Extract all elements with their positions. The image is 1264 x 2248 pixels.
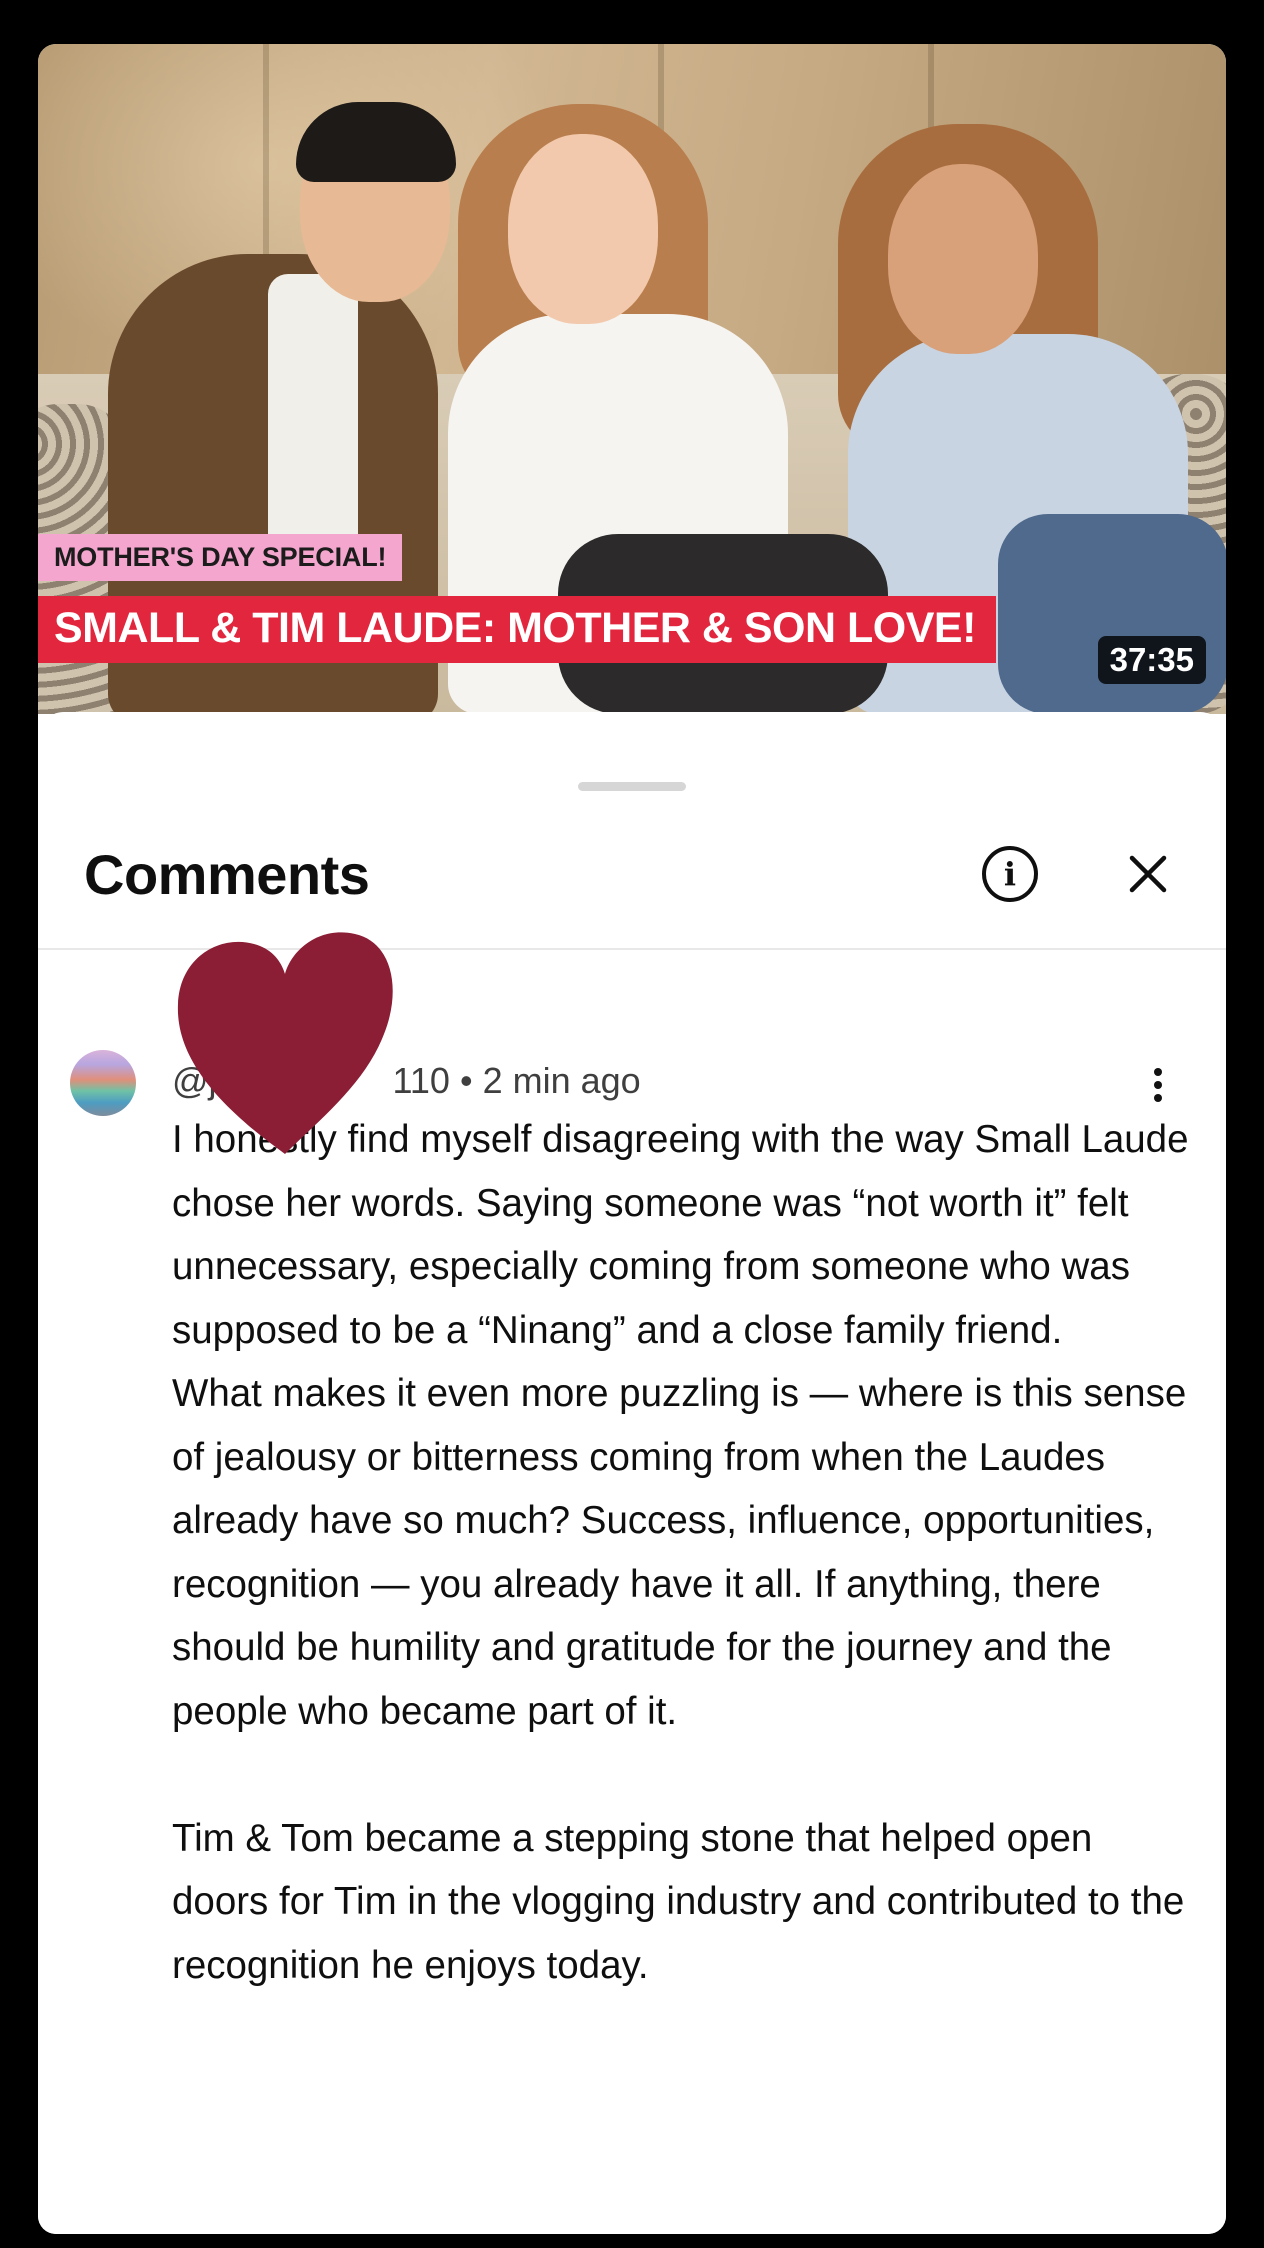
comment-text: I honestly find myself disagreeing with … (172, 1118, 1189, 1987)
heart-sticker (177, 932, 393, 1154)
close-icon[interactable] (1118, 844, 1178, 904)
comment-timestamp: 2 min ago (482, 1060, 641, 1101)
comments-title: Comments (84, 843, 370, 906)
drag-handle[interactable] (578, 782, 686, 791)
person-left-shirt (268, 274, 358, 574)
phone-screen: MOTHER'S DAY SPECIAL! SMALL & TIM LAUDE:… (38, 44, 1226, 2234)
person-right-jeans (998, 514, 1226, 714)
person-right-face (888, 164, 1038, 354)
person-left-hair (296, 102, 456, 182)
video-thumbnail[interactable]: MOTHER'S DAY SPECIAL! SMALL & TIM LAUDE:… (38, 44, 1226, 714)
meta-separator: • (459, 1060, 473, 1101)
video-tag-label: MOTHER'S DAY SPECIAL! (38, 534, 403, 581)
comment-author-handle-tail[interactable]: 110 (393, 1060, 450, 1101)
video-title-banner: SMALL & TIM LAUDE: MOTHER & SON LOVE! (38, 596, 996, 663)
video-duration-badge: 37:35 (1097, 636, 1206, 684)
avatar[interactable] (70, 1050, 136, 1116)
vertical-dots-icon[interactable] (1148, 1068, 1168, 1112)
person-middle-face (508, 134, 658, 324)
info-icon[interactable]: i (982, 846, 1038, 902)
comments-sheet: Comments i @j 110 • 2 min ago I honestly fi… (38, 712, 1226, 2234)
